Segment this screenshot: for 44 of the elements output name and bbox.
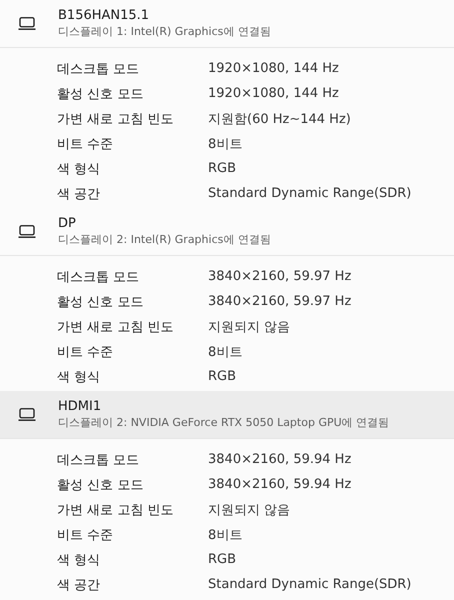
connection-text: 디스플레이 1: Intel(R) Graphics에 연결됨 <box>58 24 271 39</box>
connection-text: 디스플레이 2: Intel(R) Graphics에 연결됨 <box>58 232 271 247</box>
property-label: 가변 새로 고침 빈도 <box>57 318 174 336</box>
property-label: 색 형식 <box>57 552 102 568</box>
laptop-icon <box>18 408 36 421</box>
property-value: 지원되지 않음 <box>208 502 290 518</box>
display-header[interactable]: HDMI1 디스플레이 2: NVIDIA GeForce RTX 5050 Laptop GPU에 연결됨 <box>0 391 454 439</box>
display-name: HDMI1 <box>58 399 102 415</box>
property-label: 활성 신호 모드 <box>57 294 144 310</box>
property-value: RGB <box>208 161 236 176</box>
property-value: 3840×2160, 59.97 Hz <box>208 269 352 284</box>
property-value: 8비트 <box>208 136 242 152</box>
property-label: 활성 신호 모드 <box>57 86 144 102</box>
property-value: 지원되지 않음 <box>208 318 290 336</box>
property-value: RGB <box>208 369 236 384</box>
display-name: DP <box>58 216 77 232</box>
laptop-icon <box>18 225 36 238</box>
property-value: 8비트 <box>208 526 242 544</box>
property-value: Standard Dynamic Range(SDR) <box>208 577 412 592</box>
property-label: 가변 새로 고침 빈도 <box>57 110 174 128</box>
property-label: 비트 수준 <box>57 136 114 152</box>
connection-text: 디스플레이 2: NVIDIA GeForce RTX 5050 Laptop GPU에 연결됨 <box>58 415 390 430</box>
property-label: 데스크톱 모드 <box>57 452 140 468</box>
display-name: B156HAN15.1 <box>58 8 150 24</box>
property-value: 3840×2160, 59.97 Hz <box>208 294 352 309</box>
property-label: 색 형식 <box>57 160 102 178</box>
property-value: 8비트 <box>208 344 242 360</box>
property-label: 비트 수준 <box>57 526 114 544</box>
property-value: Standard Dynamic Range(SDR) <box>208 186 412 201</box>
property-label: 데스크톱 모드 <box>57 60 140 78</box>
property-label: 색 형식 <box>57 368 102 386</box>
property-label: 데스크톱 모드 <box>57 268 140 286</box>
property-label: 색 공간 <box>57 576 102 594</box>
property-label: 색 공간 <box>57 186 102 202</box>
property-value: 지원함(60 Hz~144 Hz) <box>208 110 351 128</box>
property-label: 활성 신호 모드 <box>57 476 144 494</box>
laptop-icon <box>18 17 36 30</box>
property-label: 가변 새로 고침 빈도 <box>57 502 174 518</box>
property-value: 3840×2160, 59.94 Hz <box>208 452 352 467</box>
property-value: RGB <box>208 552 236 567</box>
property-value: 1920×1080, 144 Hz <box>208 61 339 76</box>
property-label: 비트 수준 <box>57 344 114 360</box>
property-value: 3840×2160, 59.94 Hz <box>208 477 352 492</box>
property-value: 1920×1080, 144 Hz <box>208 86 339 101</box>
